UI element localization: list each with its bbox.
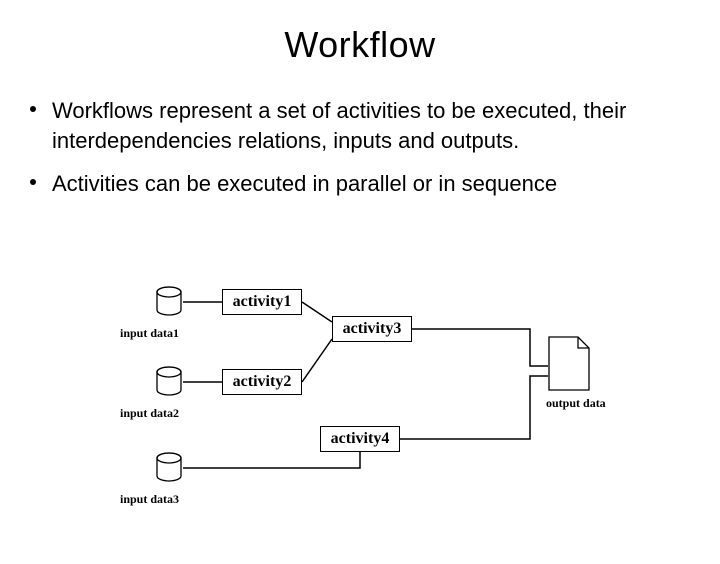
db-label: input data1 [120, 326, 179, 341]
activity-node: activity4 [320, 426, 400, 452]
bullet-text: Workflows represent a set of activities … [52, 96, 680, 155]
bullet-item: Workflows represent a set of activities … [30, 96, 680, 155]
page-title: Workflow [0, 24, 720, 66]
database-icon [155, 366, 183, 398]
bullet-text: Activities can be executed in parallel o… [52, 169, 557, 199]
db-label: input data3 [120, 492, 179, 507]
database-icon [155, 286, 183, 318]
output-label: output data [546, 396, 606, 411]
activity-node: activity3 [332, 316, 412, 342]
workflow-diagram: input data1 input data2 input data3 acti… [0, 274, 720, 554]
bullet-dot-icon [30, 179, 36, 185]
activity-node: activity2 [222, 369, 302, 395]
db-label: input data2 [120, 406, 179, 421]
bullet-dot-icon [30, 106, 36, 112]
bullet-item: Activities can be executed in parallel o… [30, 169, 680, 199]
document-icon [548, 336, 590, 396]
bullet-list: Workflows represent a set of activities … [30, 96, 680, 199]
database-icon [155, 452, 183, 484]
activity-node: activity1 [222, 289, 302, 315]
